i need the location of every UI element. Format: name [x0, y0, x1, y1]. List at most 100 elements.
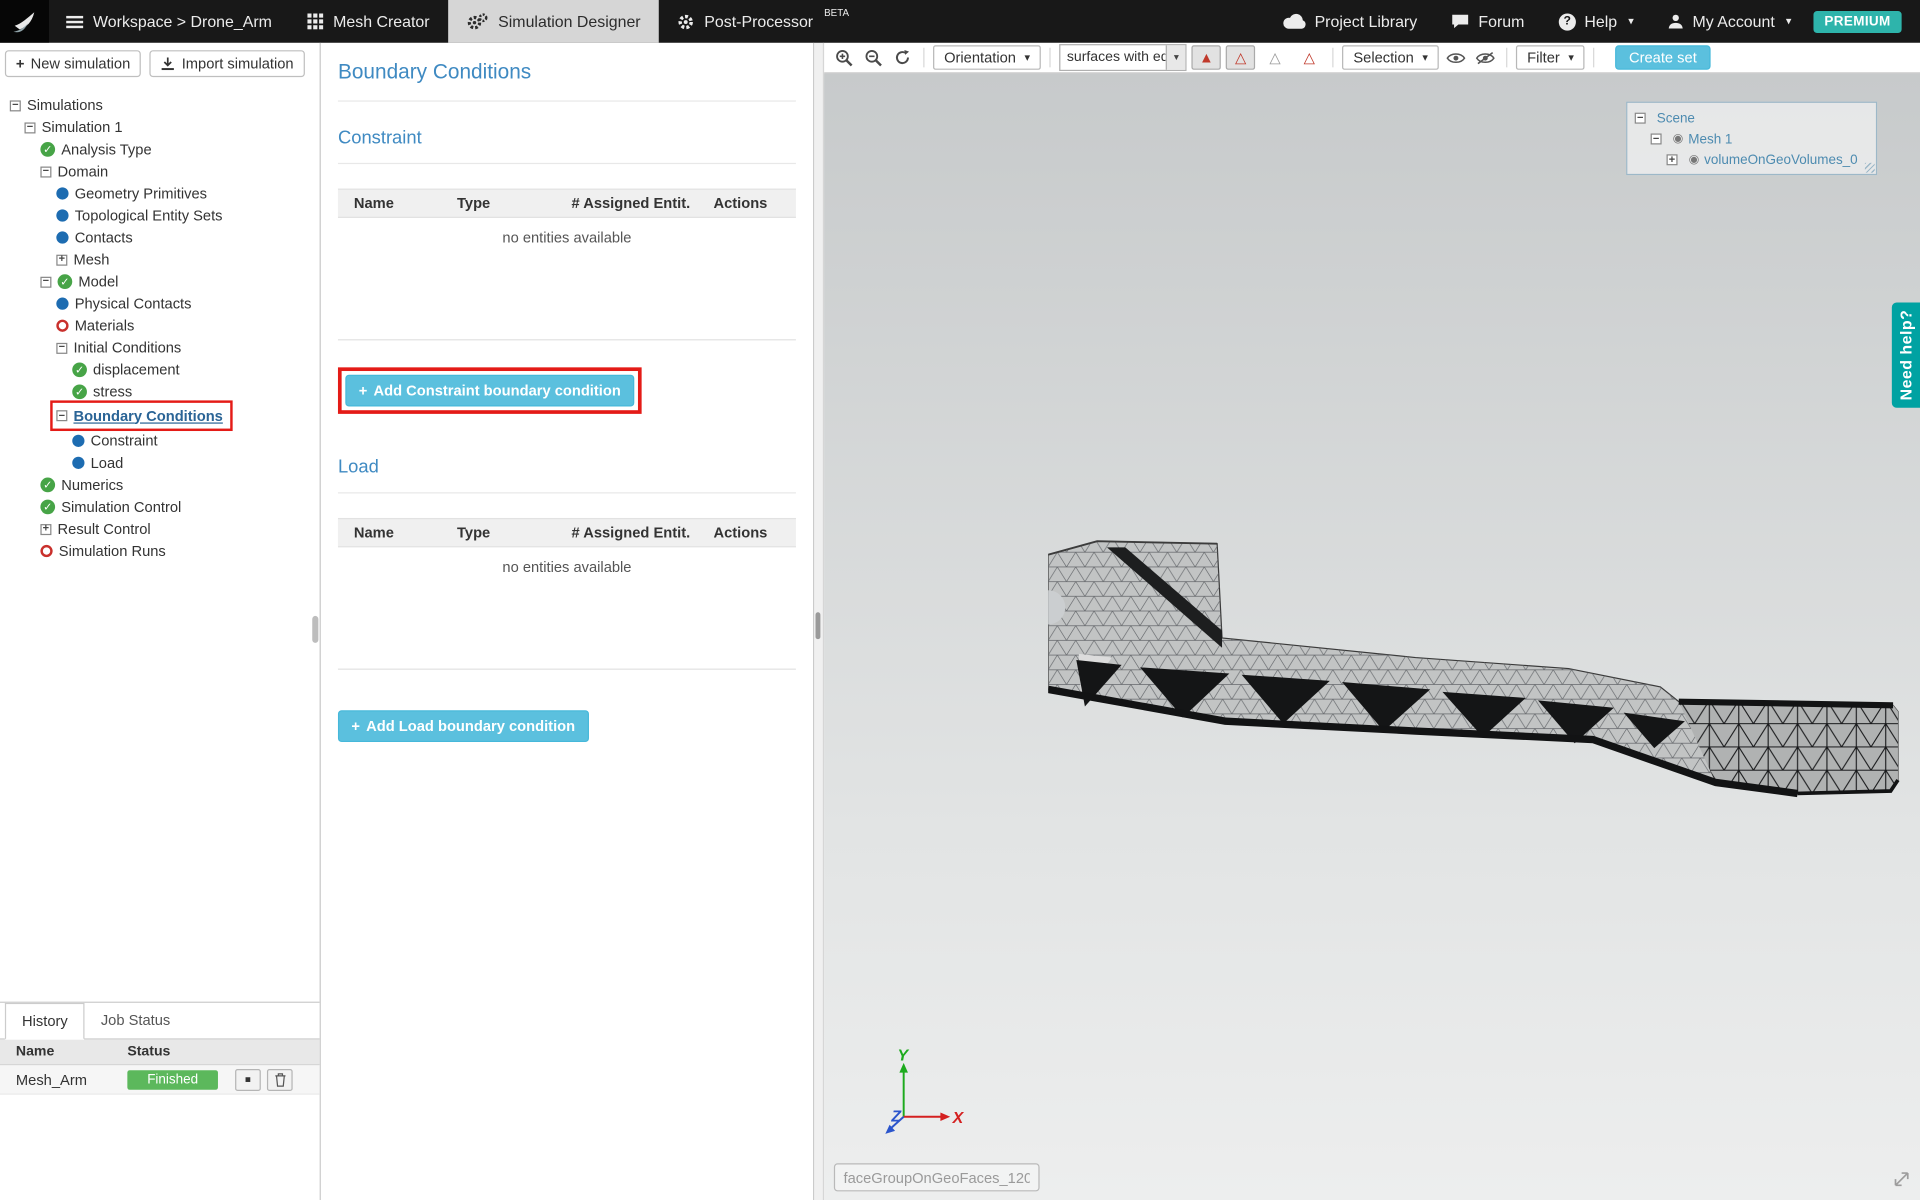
- fullscreen-button[interactable]: [1892, 1169, 1912, 1192]
- help-icon: [1559, 13, 1576, 30]
- tree-item[interactable]: Domain: [34, 160, 114, 182]
- hide-selection-button[interactable]: [1473, 45, 1497, 69]
- separator: [1593, 48, 1594, 68]
- tree-item-label: Constraint: [91, 432, 158, 449]
- tree-item[interactable]: Load: [66, 452, 129, 474]
- mesh-display-toggle-outline[interactable]: △: [1295, 45, 1324, 69]
- mesh-display-toggle-wire[interactable]: △: [1226, 45, 1255, 69]
- tree-item-label: Physical Contacts: [75, 295, 192, 312]
- scrollbar-thumb[interactable]: [312, 616, 318, 643]
- tab-simulation-designer[interactable]: Simulation Designer: [448, 0, 659, 43]
- selection-dropdown[interactable]: Selection ▾: [1342, 45, 1439, 69]
- collapse-icon[interactable]: [1635, 113, 1646, 124]
- tree-item-icon: [40, 500, 55, 515]
- axis-gizmo: Y X Z: [855, 1049, 965, 1159]
- visibility-node-icon[interactable]: ◉: [1689, 153, 1700, 166]
- tree-item[interactable]: Topological Entity Sets: [50, 204, 228, 226]
- tree-item[interactable]: Simulation Runs: [34, 540, 172, 562]
- separator: [1050, 48, 1051, 68]
- tree-item-label: Simulations: [27, 97, 103, 114]
- col-name: Name: [338, 524, 457, 541]
- tree-item-label: Initial Conditions: [73, 339, 181, 356]
- add-load-button[interactable]: Add Load boundary condition: [338, 710, 589, 742]
- separator: [923, 48, 924, 68]
- mesh-display-toggle-solid[interactable]: ▲: [1192, 45, 1221, 69]
- zoom-out-button[interactable]: [861, 45, 885, 69]
- mesh-display-toggle-hidden[interactable]: △: [1260, 45, 1289, 69]
- panel-resizer[interactable]: [814, 43, 824, 1200]
- filter-dropdown[interactable]: Filter ▾: [1516, 45, 1585, 69]
- project-library-link[interactable]: Project Library: [1264, 0, 1434, 43]
- tree-item[interactable]: Analysis Type: [34, 138, 157, 160]
- application-window: Workspace > Drone_Arm Mesh Creator Simul…: [0, 0, 1920, 1200]
- job-name: Mesh_Arm: [0, 1071, 127, 1088]
- expand-icon: [1892, 1169, 1912, 1189]
- tree-item-icon: [56, 209, 68, 221]
- new-simulation-label: New simulation: [31, 55, 131, 72]
- resizer-grip[interactable]: [816, 612, 821, 639]
- col-actions: Actions: [713, 524, 795, 541]
- scene-tree-root[interactable]: Scene: [1635, 108, 1869, 129]
- render-mode-select[interactable]: surfaces with ed ▼: [1059, 44, 1186, 71]
- need-help-tab[interactable]: Need help?: [1892, 302, 1920, 407]
- zoom-in-button[interactable]: [831, 45, 855, 69]
- show-all-button[interactable]: [1444, 45, 1468, 69]
- delete-job-button[interactable]: [267, 1068, 293, 1090]
- orientation-dropdown[interactable]: Orientation ▾: [933, 45, 1041, 69]
- tab-mesh-creator[interactable]: Mesh Creator: [289, 0, 448, 43]
- new-simulation-button[interactable]: New simulation: [5, 50, 141, 77]
- history-row[interactable]: Mesh_Arm Finished ■: [0, 1065, 320, 1094]
- tree-item[interactable]: Geometry Primitives: [50, 182, 213, 204]
- tab-history[interactable]: History: [5, 1003, 85, 1040]
- zoom-in-icon: [834, 48, 852, 66]
- premium-badge[interactable]: PREMIUM: [1813, 10, 1901, 32]
- load-table: Name Type # Assigned Entit. Actions no e…: [338, 518, 796, 670]
- tree-item-icon: [72, 362, 87, 377]
- tree-item-icon: [56, 298, 68, 310]
- plus-icon: [359, 382, 368, 399]
- tree-item-label: Simulation 1: [42, 119, 123, 136]
- simscale-logo[interactable]: [0, 0, 49, 43]
- tree-item[interactable]: Simulation Control: [34, 496, 187, 518]
- visibility-node-icon[interactable]: ◉: [1673, 132, 1684, 145]
- forum-link[interactable]: Forum: [1434, 0, 1541, 43]
- refresh-view-button[interactable]: [890, 45, 914, 69]
- tree-item[interactable]: Model: [34, 271, 124, 293]
- create-set-button[interactable]: Create set: [1616, 45, 1711, 69]
- tree-item[interactable]: Initial Conditions: [50, 337, 187, 359]
- import-simulation-button[interactable]: Import simulation: [150, 50, 305, 77]
- selection-label: Selection: [1353, 49, 1413, 66]
- tree-item[interactable]: Simulation 1: [18, 116, 128, 138]
- scene-tree-mesh[interactable]: ◉ Mesh 1: [1651, 129, 1869, 150]
- tree-item[interactable]: Mesh: [50, 249, 115, 271]
- add-constraint-button[interactable]: Add Constraint boundary condition: [345, 375, 634, 407]
- tab-job-status[interactable]: Job Status: [85, 1003, 186, 1039]
- my-account-menu[interactable]: My Account ▾: [1651, 0, 1809, 43]
- tab-post-processor[interactable]: Post-Processor BETA: [659, 0, 867, 43]
- mesh-node-label: Mesh 1: [1688, 132, 1732, 147]
- stop-job-button[interactable]: ■: [235, 1068, 261, 1090]
- viewport-canvas[interactable]: Scene ◉ Mesh 1 ◉ volumeOnGeoVolumes_0 Ne…: [824, 73, 1920, 1200]
- tree-item[interactable]: displacement: [66, 359, 186, 381]
- tree-item[interactable]: Numerics: [34, 474, 129, 496]
- tree-item[interactable]: Result Control: [34, 518, 156, 540]
- tree-item-icon: [56, 410, 67, 421]
- face-group-input[interactable]: [834, 1163, 1040, 1191]
- scene-tree-volume[interactable]: ◉ volumeOnGeoVolumes_0: [1667, 149, 1869, 170]
- top-bar-right: Project Library Forum Help ▾ My Account: [1264, 0, 1920, 43]
- collapse-icon[interactable]: [1651, 133, 1662, 144]
- tree-item[interactable]: Constraint: [66, 430, 164, 452]
- workspace-breadcrumb[interactable]: Workspace > Drone_Arm: [49, 0, 289, 43]
- status-badge: Finished: [127, 1070, 218, 1090]
- tree-item[interactable]: Simulations: [4, 94, 109, 116]
- sidebar-scrollbar[interactable]: [312, 98, 318, 992]
- viewport-toolbar: Orientation ▾ surfaces with ed ▼ ▲ △ △ △…: [824, 43, 1920, 74]
- tree-item[interactable]: Contacts: [50, 227, 139, 249]
- mesh-3d-model[interactable]: [1048, 538, 1905, 801]
- tree-item[interactable]: Materials: [50, 315, 140, 337]
- expand-icon[interactable]: [1667, 154, 1678, 165]
- tree-item[interactable]: Physical Contacts: [50, 293, 197, 315]
- main-layout: New simulation Import simulation Si: [0, 43, 1920, 1200]
- help-menu[interactable]: Help ▾: [1542, 0, 1651, 43]
- tree-item[interactable]: Boundary Conditions: [50, 400, 232, 431]
